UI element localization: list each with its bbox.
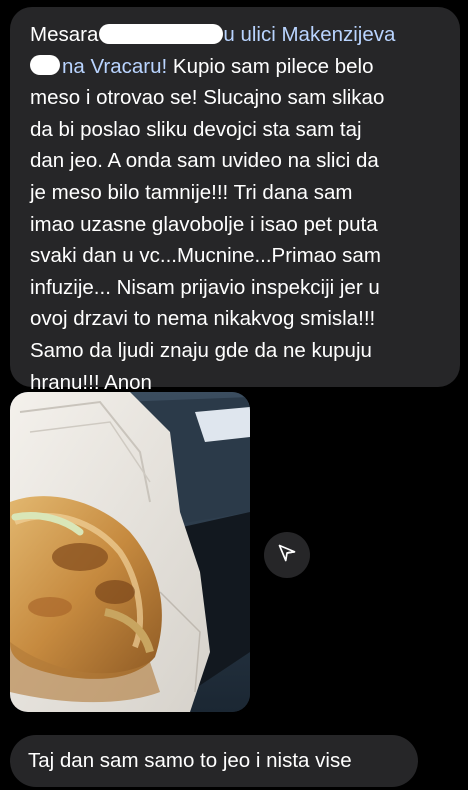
message-text-start: Mesara: [30, 23, 99, 46]
message-photo[interactable]: [10, 392, 250, 712]
chat-thread: Mesara u ulici Makenzijeva na Vracaru! Ku…: [0, 0, 468, 790]
message-text-second: Taj dan sam samo to jeo i nista vise: [28, 749, 352, 772]
message-bubble-text[interactable]: Mesara u ulici Makenzijeva na Vracaru! Ku…: [10, 7, 460, 394]
share-button[interactable]: [264, 532, 310, 578]
message-text-body: Kupio sam pilece belo meso i otrovao se!…: [30, 54, 385, 394]
paper-plane-icon: [277, 543, 297, 568]
message-text-neighborhood: na Vracaru!: [62, 54, 168, 78]
message-bubble-second[interactable]: Taj dan sam samo to jeo i nista vise: [10, 735, 418, 787]
message-text: Mesara u ulici Makenzijeva na Vracaru! Ku…: [30, 19, 442, 398]
photo-illustration: [10, 392, 250, 712]
message-text-location: u ulici Makenzijeva: [223, 23, 396, 46]
redacted-word-block: [30, 55, 60, 76]
redacted-name-block: [99, 23, 224, 44]
